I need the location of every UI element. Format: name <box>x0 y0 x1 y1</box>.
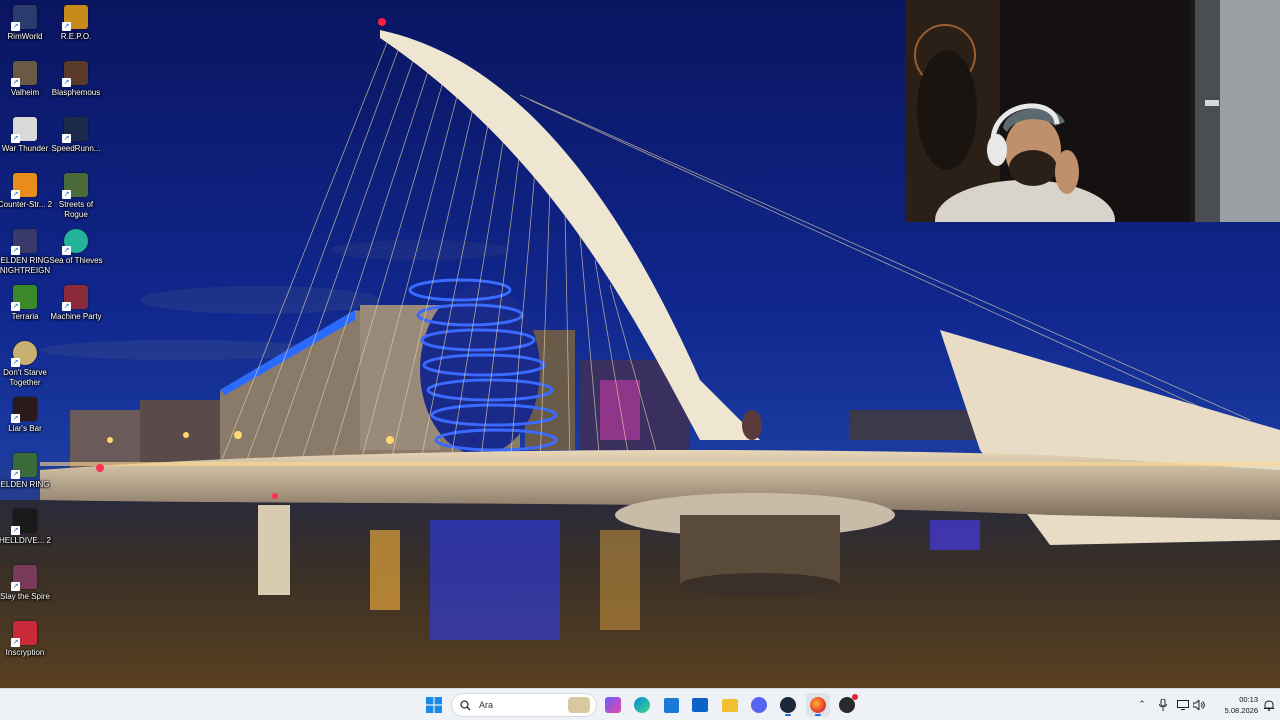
desktop-icon-inscryption[interactable]: ↗ Inscryption <box>0 621 50 658</box>
taskbar-firefox[interactable] <box>806 693 830 717</box>
taskbar-microsoft-store[interactable] <box>659 693 683 717</box>
microphone-icon <box>1159 699 1167 711</box>
webcam-overlay <box>905 0 1280 222</box>
outlook-icon <box>692 698 708 712</box>
tray-overflow-chevron[interactable]: ⌃ <box>1136 698 1148 712</box>
elden-ring-nightreign-icon: ↗ <box>11 229 37 255</box>
slay-the-spire-icon: ↗ <box>11 565 37 591</box>
desktop-icon-dont-starve[interactable]: ↗ Don't Starve Together <box>0 341 50 388</box>
blasphemous-icon: ↗ <box>62 61 88 87</box>
war-thunder-icon: ↗ <box>11 117 37 143</box>
network-monitor-icon <box>1177 700 1189 710</box>
clock-time: 00:13 <box>1239 695 1258 704</box>
desktop-icon-elden-ring-nightreign[interactable]: ↗ ELDEN RING NIGHTREIGN <box>0 229 50 276</box>
desktop-icon-war-thunder[interactable]: ↗ War Thunder <box>0 117 50 154</box>
file-explorer-icon <box>722 698 738 712</box>
steam-icon <box>780 697 796 713</box>
tray-microphone[interactable] <box>1156 698 1170 712</box>
taskbar-obs[interactable] <box>835 693 859 717</box>
inscryption-icon: ↗ <box>11 621 37 647</box>
machine-party-icon: ↗ <box>62 285 88 311</box>
notification-dot <box>852 694 858 700</box>
search-placeholder: Ara <box>479 700 494 710</box>
desktop-icon-valheim[interactable]: ↗ Valheim <box>0 61 50 98</box>
sea-of-thieves-icon: ↗ <box>62 229 88 255</box>
discord-icon <box>751 697 767 713</box>
streets-of-rogue-icon: ↗ <box>62 173 88 199</box>
counter-strike-icon: ↗ <box>11 173 37 199</box>
edge-icon <box>634 697 650 713</box>
clock-date: 5.08.2026 <box>1224 706 1258 715</box>
steam-running-indicator <box>785 714 791 716</box>
desktop-icon-blasphemous[interactable]: ↗ Blasphemous <box>51 61 101 98</box>
obs-icon <box>839 694 858 713</box>
rimworld-icon: ↗ <box>11 5 37 31</box>
taskbar-outlook[interactable] <box>688 693 712 717</box>
taskbar-file-explorer[interactable] <box>718 693 742 717</box>
desktop-icon-slay-the-spire[interactable]: ↗ Slay the Spire <box>0 565 50 602</box>
desktop-icon-speedrunners[interactable]: ↗ SpeedRunn... <box>51 117 101 154</box>
taskbar-task-view[interactable] <box>601 693 625 717</box>
desktop-icon-elden-ring[interactable]: ↗ ELDEN RING <box>0 453 50 490</box>
repo-icon: ↗ <box>62 5 88 31</box>
search-icon <box>460 699 471 710</box>
taskbar-steam[interactable] <box>776 693 800 717</box>
chevron-up-icon: ⌃ <box>1138 700 1146 710</box>
firefox-running-indicator <box>815 714 821 716</box>
taskbar: Ara ⌃ 00:13 5.08.2026 <box>0 688 1280 720</box>
desktop-icon-sea-of-thieves[interactable]: ↗ Sea of Thieves <box>49 229 103 266</box>
taskbar-edge[interactable] <box>630 693 654 717</box>
elden-ring-icon: ↗ <box>11 453 37 479</box>
desktop-icon-terraria[interactable]: ↗ Terraria <box>0 285 50 322</box>
terraria-icon: ↗ <box>11 285 37 311</box>
desktop-icon-liars-bar[interactable]: ↗ Liar's Bar <box>0 397 50 434</box>
helldivers-icon: ↗ <box>11 509 37 535</box>
search-highlight-icon <box>568 697 590 713</box>
desktop-icon-machine-party[interactable]: ↗ Machine Party <box>50 285 102 322</box>
firefox-icon <box>810 697 826 713</box>
search-input[interactable]: Ara <box>451 693 597 717</box>
system-clock[interactable]: 00:13 5.08.2026 <box>1210 694 1258 716</box>
microsoft-store-icon <box>663 697 679 713</box>
tray-network[interactable] <box>1176 698 1190 712</box>
desktop-icon-repo[interactable]: ↗ R.E.P.O. <box>51 5 101 42</box>
speedrunners-icon: ↗ <box>62 117 88 143</box>
bell-icon <box>1264 699 1274 711</box>
desktop-icon-rimworld[interactable]: ↗ RimWorld <box>0 5 50 42</box>
start-button[interactable] <box>422 693 446 717</box>
windows-icon <box>426 697 442 713</box>
tray-volume[interactable] <box>1192 698 1206 712</box>
desktop-icon-counter-strike[interactable]: ↗ Counter-Str... 2 <box>0 173 52 210</box>
liars-bar-icon: ↗ <box>11 397 37 423</box>
task-view-icon <box>605 697 621 713</box>
speaker-icon <box>1193 700 1205 710</box>
desktop-icon-streets-of-rogue[interactable]: ↗ Streets of Rogue <box>51 173 101 220</box>
dont-starve-icon: ↗ <box>11 341 37 367</box>
valheim-icon: ↗ <box>11 61 37 87</box>
taskbar-discord[interactable] <box>747 693 771 717</box>
notification-center[interactable] <box>1262 698 1276 712</box>
desktop-icon-helldivers[interactable]: ↗ HELLDIVE... 2 <box>0 509 51 546</box>
